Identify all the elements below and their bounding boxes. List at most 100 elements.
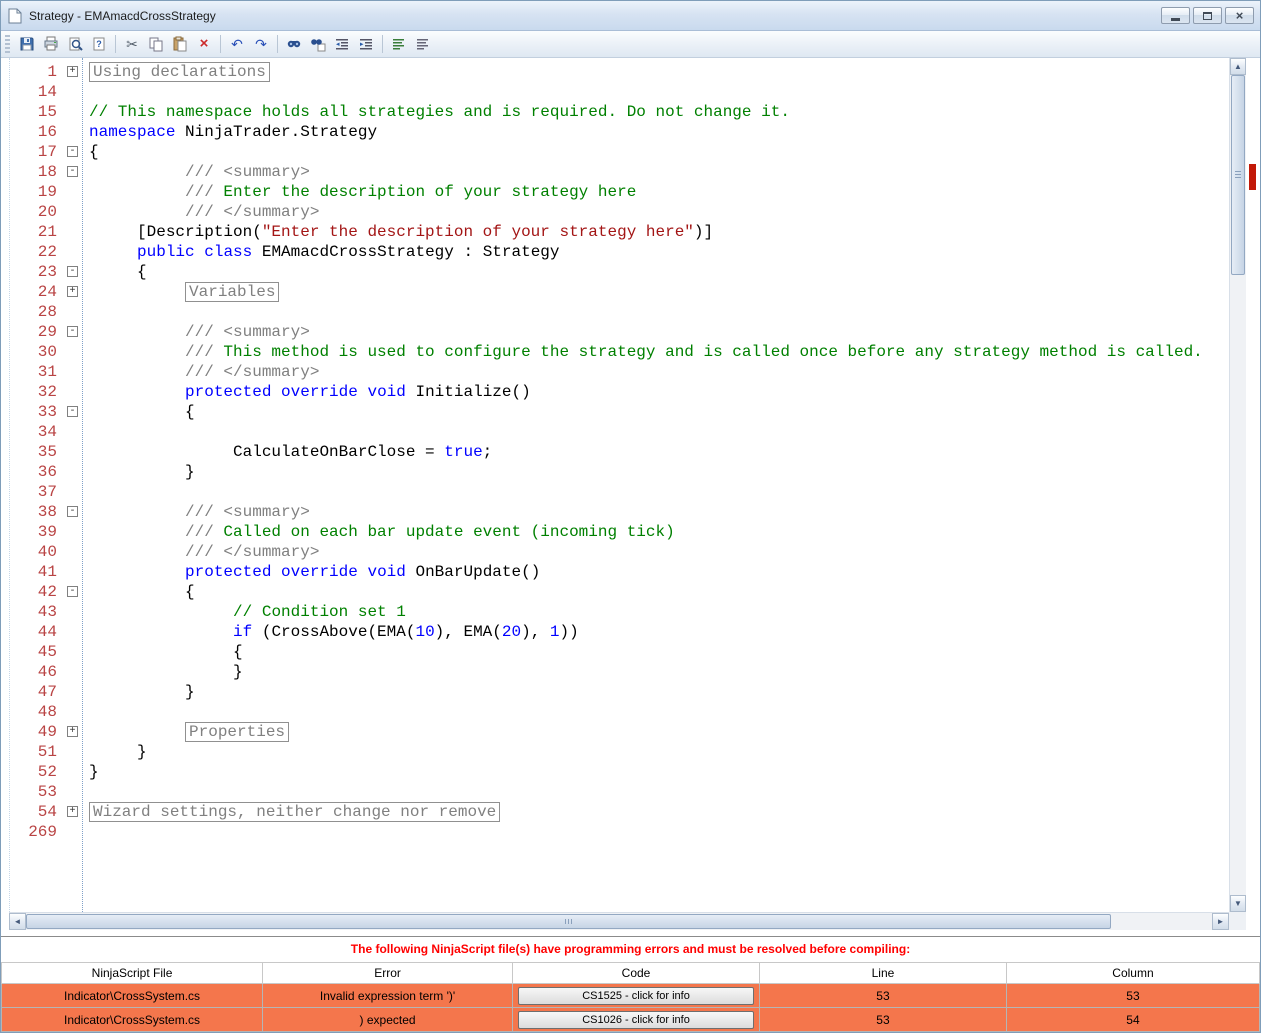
fold-gutter[interactable]: + (65, 282, 82, 302)
comment-icon[interactable] (388, 33, 410, 55)
code-editor[interactable]: 1 + Using declarations 14 15 // This namespac… (1, 58, 1229, 912)
code-line[interactable]: 28 (1, 302, 1229, 322)
code-line[interactable]: 41 protected override void OnBarUpdate() (1, 562, 1229, 582)
code-line[interactable]: 24 + Variables (1, 282, 1229, 302)
fold-gutter[interactable]: + (65, 62, 82, 82)
code-line[interactable]: 33- { (1, 402, 1229, 422)
horizontal-scrollbar-thumb[interactable] (26, 914, 1111, 929)
error-code-button[interactable]: CS1026 - click for info (518, 1010, 754, 1029)
code-line[interactable]: 18- /// <summary> (1, 162, 1229, 182)
vertical-scrollbar-thumb[interactable] (1231, 75, 1245, 275)
scroll-down-button[interactable]: ▼ (1230, 895, 1246, 912)
scroll-up-button[interactable]: ▲ (1230, 58, 1246, 75)
fold-gutter[interactable]: - (65, 582, 82, 602)
collapse-region-icon[interactable]: - (67, 166, 78, 177)
code-line[interactable]: 29- /// <summary> (1, 322, 1229, 342)
code-line[interactable]: 38- /// <summary> (1, 502, 1229, 522)
uncomment-icon[interactable] (412, 33, 434, 55)
horizontal-scrollbar-track[interactable] (26, 913, 1212, 930)
paste-icon[interactable] (169, 33, 191, 55)
code-line[interactable]: 54 + Wizard settings, neither change nor r… (1, 802, 1229, 822)
code-text: /// Enter the description of your strate… (89, 183, 637, 201)
code-line[interactable]: 17-{ (1, 142, 1229, 162)
code-line[interactable]: 36 } (1, 462, 1229, 482)
fold-gutter[interactable]: - (65, 142, 82, 162)
code-line[interactable]: 49 + Properties (1, 722, 1229, 742)
maximize-button[interactable] (1193, 7, 1222, 24)
code-line[interactable]: 20 /// </summary> (1, 202, 1229, 222)
code-line[interactable]: 30 /// This method is used to configure … (1, 342, 1229, 362)
code-line[interactable]: 22 public class EMAmacdCrossStrategy : S… (1, 242, 1229, 262)
undo-icon[interactable]: ↶ (226, 33, 248, 55)
fold-gutter[interactable]: - (65, 402, 82, 422)
expand-region-icon[interactable]: + (67, 66, 78, 77)
code-line[interactable]: 34 (1, 422, 1229, 442)
fold-gutter[interactable]: - (65, 262, 82, 282)
code-line[interactable]: 37 (1, 482, 1229, 502)
indent-icon[interactable] (355, 33, 377, 55)
fold-gutter[interactable]: - (65, 162, 82, 182)
collapse-region-icon[interactable]: - (67, 506, 78, 517)
collapse-region-icon[interactable]: - (67, 146, 78, 157)
code-line[interactable]: 15 // This namespace holds all strategies… (1, 102, 1229, 122)
code-line[interactable]: 23- { (1, 262, 1229, 282)
print-icon[interactable] (40, 33, 62, 55)
code-line[interactable]: 43 // Condition set 1 (1, 602, 1229, 622)
print-preview-icon[interactable] (64, 33, 86, 55)
collapsed-region[interactable]: Using declarations (89, 62, 270, 82)
code-line[interactable]: 32 protected override void Initialize() (1, 382, 1229, 402)
code-line[interactable]: 40 /// </summary> (1, 542, 1229, 562)
expand-region-icon[interactable]: + (67, 286, 78, 297)
error-row[interactable]: Indicator\CrossSystem.cs) expected CS1026… (0, 1007, 1261, 1032)
code-line[interactable]: 44 if (CrossAbove(EMA(10), EMA(20), 1)) (1, 622, 1229, 642)
scroll-right-button[interactable]: ► (1212, 913, 1229, 930)
code-line[interactable]: 53 (1, 782, 1229, 802)
code-line[interactable]: 52} (1, 762, 1229, 782)
delete-icon[interactable]: × (193, 33, 215, 55)
error-code-button[interactable]: CS1525 - click for info (518, 986, 754, 1005)
code-line[interactable]: 1 + Using declarations (1, 62, 1229, 82)
scroll-left-button[interactable]: ◄ (9, 913, 26, 930)
collapse-region-icon[interactable]: - (67, 266, 78, 277)
code-line[interactable]: 45 { (1, 642, 1229, 662)
fold-gutter[interactable]: + (65, 802, 82, 822)
code-line[interactable]: 51 } (1, 742, 1229, 762)
collapsed-region[interactable]: Wizard settings, neither change nor remo… (89, 802, 501, 822)
code-line[interactable]: 47 } (1, 682, 1229, 702)
code-line[interactable]: 14 (1, 82, 1229, 102)
vertical-scrollbar[interactable]: ▲ ▼ (1229, 58, 1246, 912)
code-line[interactable]: 35 CalculateOnBarClose = true; (1, 442, 1229, 462)
fold-gutter[interactable]: + (65, 722, 82, 742)
horizontal-scrollbar[interactable]: ◄ ► (9, 912, 1229, 930)
collapsed-region[interactable]: Properties (185, 722, 290, 742)
cut-icon[interactable]: ✂ (121, 33, 143, 55)
code-line[interactable]: 19 /// Enter the description of your str… (1, 182, 1229, 202)
code-line[interactable]: 46 } (1, 662, 1229, 682)
close-button[interactable]: × (1225, 7, 1254, 24)
fold-gutter[interactable]: - (65, 502, 82, 522)
find-icon[interactable] (283, 33, 305, 55)
code-line[interactable]: 42- { (1, 582, 1229, 602)
minimize-button[interactable] (1161, 7, 1190, 24)
replace-icon[interactable] (307, 33, 329, 55)
code-line[interactable]: 21 [Description("Enter the description o… (1, 222, 1229, 242)
collapse-region-icon[interactable]: - (67, 326, 78, 337)
expand-region-icon[interactable]: + (67, 726, 78, 737)
collapse-region-icon[interactable]: - (67, 406, 78, 417)
redo-icon[interactable]: ↷ (250, 33, 272, 55)
code-line[interactable]: 48 (1, 702, 1229, 722)
fold-gutter[interactable]: - (65, 322, 82, 342)
collapse-region-icon[interactable]: - (67, 586, 78, 597)
expand-region-icon[interactable]: + (67, 806, 78, 817)
error-row[interactable]: Indicator\CrossSystem.cs Invalid expressi… (0, 983, 1261, 1008)
vertical-scrollbar-track[interactable] (1230, 75, 1246, 895)
code-line[interactable]: 16 namespace NinjaTrader.Strategy (1, 122, 1229, 142)
collapsed-region[interactable]: Variables (185, 282, 280, 302)
code-line[interactable]: 31 /// </summary> (1, 362, 1229, 382)
save-icon[interactable] (16, 33, 38, 55)
code-line[interactable]: 269 (1, 822, 1229, 842)
code-line[interactable]: 39 /// Called on each bar update event (… (1, 522, 1229, 542)
outdent-icon[interactable] (331, 33, 353, 55)
page-setup-icon[interactable]: ? (88, 33, 110, 55)
copy-icon[interactable] (145, 33, 167, 55)
